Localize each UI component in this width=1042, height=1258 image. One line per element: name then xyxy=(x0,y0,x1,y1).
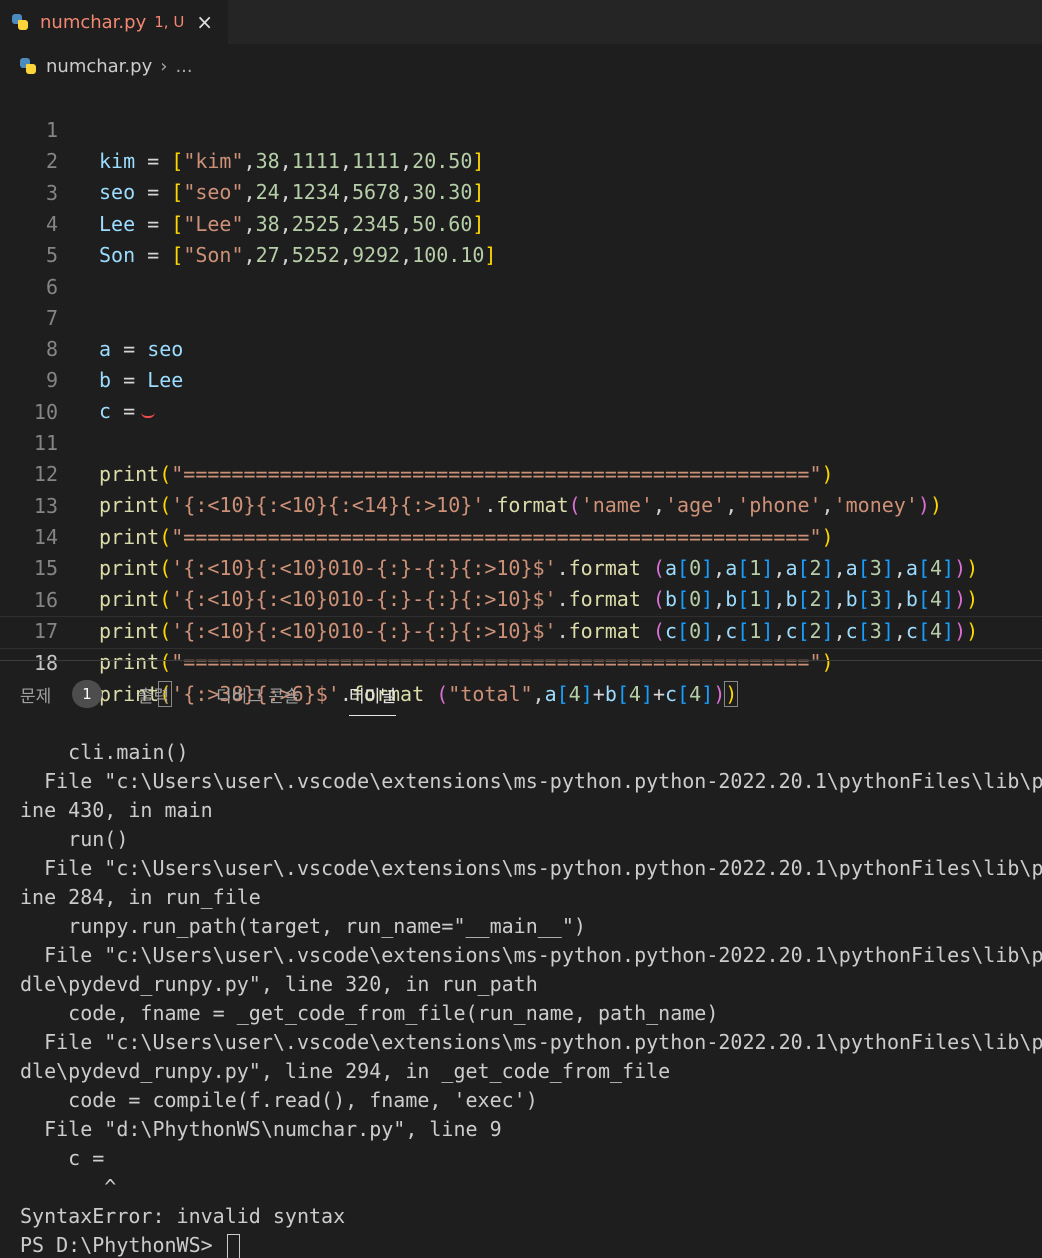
terminal-line: dle\pydevd_runpy.py", line 320, in run_p… xyxy=(20,972,538,996)
python-file-icon xyxy=(10,12,30,32)
terminal-prompt: PS D:\PhythonWS> xyxy=(20,1233,225,1257)
breadcrumb: numchar.py › ... xyxy=(0,48,193,84)
code-line: 6 xyxy=(0,241,1042,299)
code-line: 15 print('{:<10}{:<10}010-{:}-{:}{:>10}$… xyxy=(0,522,1042,611)
terminal-line: code = compile(f.read(), fname, 'exec') xyxy=(20,1088,538,1112)
terminal-line: ine 430, in main xyxy=(20,798,213,822)
panel-tab-bar: 문제 1 출력 디버그 콘솔 터미널 xyxy=(0,670,1042,716)
terminal-line: ^ xyxy=(20,1175,117,1199)
code-line: 3 Lee = ["Lee",38,2525,2345,50.60] xyxy=(0,147,1042,236)
tab-problems[interactable]: 문제 xyxy=(20,682,51,707)
editor-tab[interactable]: numchar.py 1, U × xyxy=(0,0,228,44)
code-line: 9 c = xyxy=(0,334,1042,423)
code-line: 13 print("==============================… xyxy=(0,460,1042,549)
code-line: 5 xyxy=(0,209,1042,267)
code-line: 8 b = Lee xyxy=(0,303,1042,392)
terminal-line: File "c:\Users\user\.vscode\extensions\m… xyxy=(20,856,1042,880)
terminal-prompt-line[interactable]: PS D:\PhythonWS> xyxy=(20,1231,1042,1258)
terminal-line: File "c:\Users\user\.vscode\extensions\m… xyxy=(20,943,1042,967)
code-line: 12 print('{:<10}{:<10}{:<14}{:>10}'.form… xyxy=(0,428,1042,517)
terminal-line: cli.main() xyxy=(20,740,189,764)
code-line: 2 seo = ["seo",24,1234,5678,30.30] xyxy=(0,115,1042,204)
code-line: 17 print("==============================… xyxy=(0,585,1042,674)
code-line: 16 print('{:<10}{:<10}010-{:}-{:}{:>10}$… xyxy=(0,554,1042,643)
breadcrumb-file[interactable]: numchar.py xyxy=(46,56,152,77)
terminal-line: run() xyxy=(20,827,129,851)
code-line-current: 18 print('{:>38}{:>6}$'.format ("total",… xyxy=(0,616,1042,708)
close-icon[interactable]: × xyxy=(196,10,213,34)
tab-output[interactable]: 출력 xyxy=(138,682,169,707)
terminal-line: File "d:\PhythonWS\numchar.py", line 9 xyxy=(20,1117,502,1141)
terminal-line: File "c:\Users\user\.vscode\extensions\m… xyxy=(20,1030,1042,1054)
tab-debug-console[interactable]: 디버그 콘솔 xyxy=(216,682,300,707)
code-line: 14 print('{:<10}{:<10}010-{:}-{:}{:>10}$… xyxy=(0,491,1042,580)
problem-count-badge: 1 xyxy=(72,680,102,708)
terminal-line: SyntaxError: invalid syntax xyxy=(20,1204,346,1228)
terminal-line: runpy.run_path(target, run_name="__main_… xyxy=(20,914,586,938)
panel-divider[interactable] xyxy=(0,660,1042,661)
tab-filename: numchar.py xyxy=(40,11,147,33)
tab-terminal[interactable]: 터미널 xyxy=(349,682,396,716)
terminal-cursor xyxy=(226,1233,240,1258)
tab-bar: numchar.py 1, U × xyxy=(0,0,1042,44)
terminal-line: dle\pydevd_runpy.py", line 294, in _get_… xyxy=(20,1059,671,1083)
code-line: 7 a = seo xyxy=(0,272,1042,361)
python-file-icon xyxy=(18,56,38,76)
code-line: 10 xyxy=(0,366,1042,424)
terminal-output[interactable]: cli.main() File "c:\Users\user\.vscode\e… xyxy=(20,738,1042,1258)
terminal-line: File "c:\Users\user\.vscode\extensions\m… xyxy=(20,769,1042,793)
code-line: 4 Son = ["Son",27,5252,9292,100.10] xyxy=(0,178,1042,267)
code-line: 11 print("==============================… xyxy=(0,397,1042,486)
code-line: 1 kim = ["kim",38,1111,1111,20.50] xyxy=(0,84,1042,173)
breadcrumb-more[interactable]: ... xyxy=(175,56,192,77)
terminal-line: ine 284, in run_file xyxy=(20,885,261,909)
chevron-right-icon: › xyxy=(160,55,168,77)
tab-status: 1, U xyxy=(154,13,185,31)
terminal-line: c = xyxy=(20,1146,105,1170)
terminal-line: code, fname = _get_code_from_file(run_na… xyxy=(20,1001,719,1025)
code-editor[interactable]: 1 kim = ["kim",38,1111,1111,20.50] 2 seo… xyxy=(0,84,1042,708)
